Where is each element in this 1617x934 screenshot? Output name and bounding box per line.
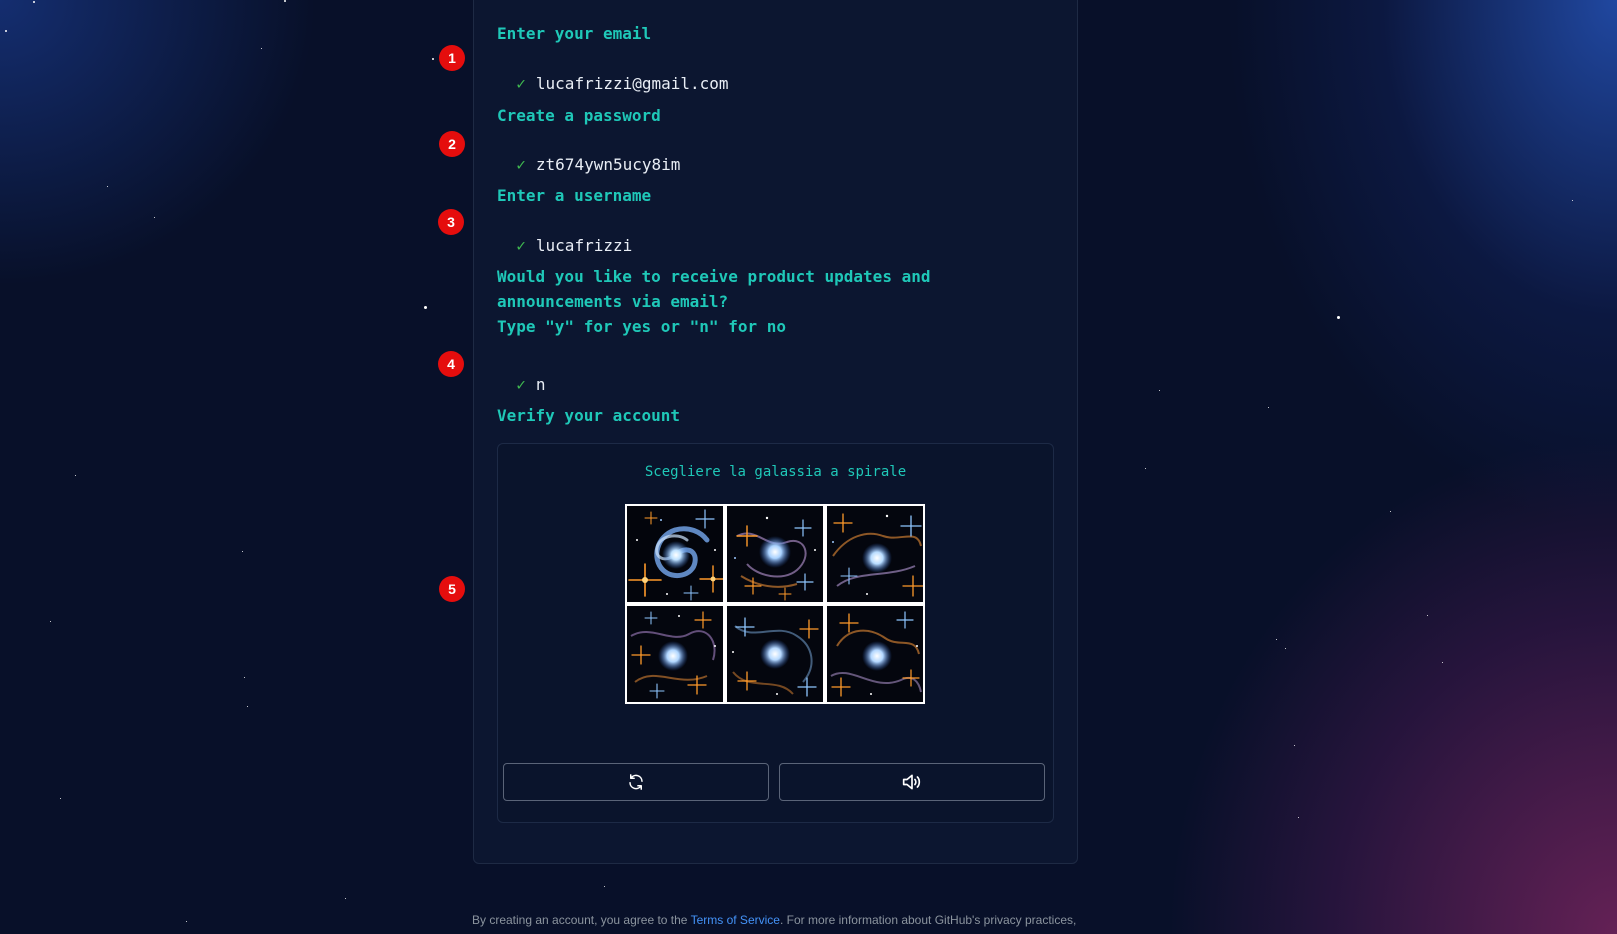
password-value: zt674ywn5ucy8im	[535, 155, 681, 174]
updates-value: n	[535, 375, 546, 394]
star-cluster-image	[727, 506, 823, 602]
updates-answer[interactable]: ✓ n	[497, 352, 546, 396]
email-answer[interactable]: ✓ lucafrizzi@gmail.com	[497, 51, 729, 95]
captcha-tile-1[interactable]	[625, 504, 725, 604]
check-icon: ✓	[516, 155, 526, 174]
star-cluster-image	[827, 506, 923, 602]
password-prompt: Create a password	[497, 106, 661, 125]
captcha-tile-4[interactable]	[625, 604, 725, 704]
step-badge-4: 4	[438, 351, 464, 377]
step-badge-1: 1	[439, 45, 465, 71]
captcha-tile-3[interactable]	[825, 504, 925, 604]
spiral-galaxy-image	[627, 506, 723, 602]
star-cluster-image	[627, 606, 723, 702]
terms-of-service-link[interactable]: Terms of Service	[691, 913, 780, 927]
step-badge-2: 2	[439, 131, 465, 157]
updates-prompt-line-2: announcements via email?	[497, 292, 729, 311]
verify-prompt: Verify your account	[497, 406, 681, 425]
captcha-instruction: Scegliere la galassia a spirale	[644, 464, 907, 480]
terms-footer: By creating an account, you agree to the…	[472, 913, 1076, 927]
footer-text-after: . For more information about GitHub's pr…	[779, 913, 1077, 927]
username-answer[interactable]: ✓ lucafrizzi	[497, 213, 632, 257]
refresh-icon	[629, 774, 643, 790]
captcha-tile-2[interactable]	[725, 504, 825, 604]
email-prompt: Enter your email	[497, 24, 652, 43]
updates-prompt-line-1: Would you like to receive product update…	[497, 267, 931, 286]
speaker-audio-icon	[902, 774, 921, 790]
refresh-captcha-button[interactable]	[503, 763, 769, 801]
captcha-tile-5[interactable]	[725, 604, 825, 704]
check-icon: ✓	[516, 236, 526, 255]
email-value: lucafrizzi@gmail.com	[535, 74, 729, 93]
updates-prompt-line-3: Type "y" for yes or "n" for no	[497, 317, 786, 336]
step-badge-5: 5	[439, 576, 465, 602]
check-icon: ✓	[516, 74, 526, 93]
username-value: lucafrizzi	[535, 236, 633, 255]
username-prompt: Enter a username	[497, 186, 652, 205]
step-badge-3: 3	[438, 209, 464, 235]
star-cluster-image	[727, 606, 823, 702]
check-icon: ✓	[516, 375, 526, 394]
password-answer[interactable]: ✓ zt674ywn5ucy8im	[497, 132, 680, 176]
audio-captcha-button[interactable]	[779, 763, 1045, 801]
captcha-grid	[625, 504, 925, 704]
captcha-box: Scegliere la galassia a spirale	[497, 443, 1054, 823]
star-cluster-image	[827, 606, 923, 702]
footer-text-before: By creating an account, you agree to the	[472, 913, 691, 927]
captcha-tile-6[interactable]	[825, 604, 925, 704]
